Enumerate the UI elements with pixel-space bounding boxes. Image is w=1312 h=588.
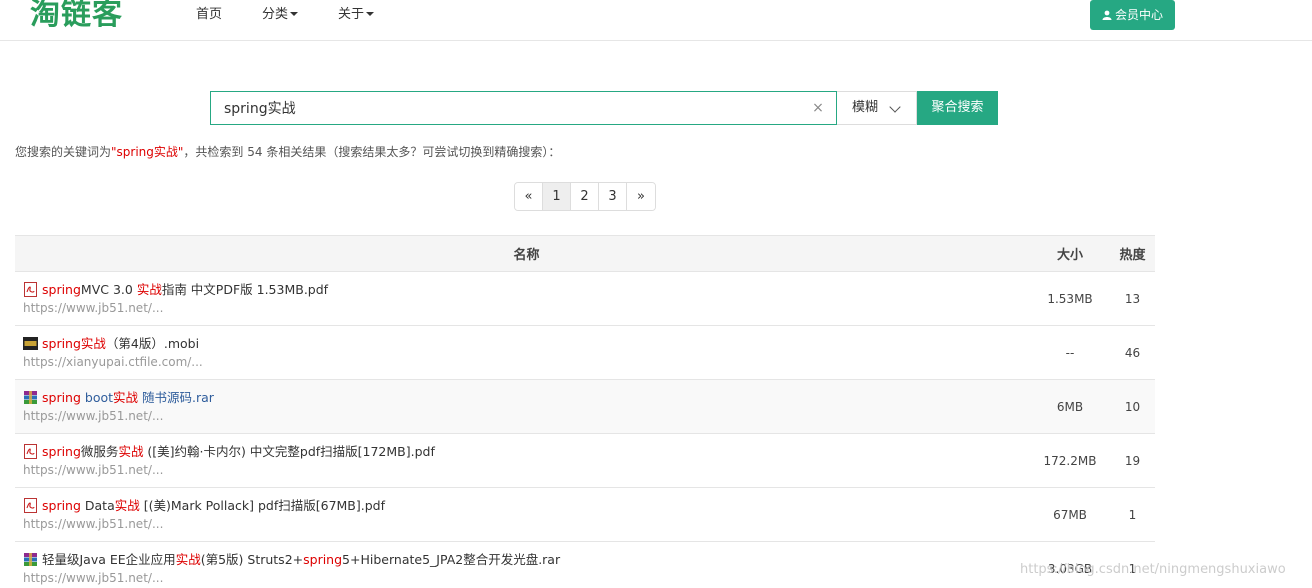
clear-icon[interactable]: × — [811, 101, 825, 115]
chevron-down-icon — [889, 101, 901, 113]
file-title-part: Data — [80, 497, 115, 513]
member-center-button[interactable]: 会员中心 — [1090, 0, 1175, 30]
file-title-part: 实战 — [136, 281, 162, 297]
file-size: 172.2MB — [1030, 433, 1110, 488]
file-title-part: spring — [42, 443, 81, 459]
pagination-page-2[interactable]: 2 — [571, 183, 599, 210]
nav-home[interactable]: 首页 — [196, 0, 222, 30]
nav-about-label: 关于 — [338, 7, 365, 22]
file-hot: 13 — [1110, 271, 1155, 326]
member-center-label: 会员中心 — [1114, 8, 1163, 22]
file-title-part: 实战 — [114, 497, 140, 513]
table-row[interactable]: spring Data实战 [(美)Mark Pollack] pdf扫描版[6… — [15, 487, 1155, 542]
file-title-link[interactable]: spring实战（第4版）.mobi — [23, 336, 1030, 352]
file-title-part: [(美)Mark Pollack] pdf扫描版[67MB].pdf — [139, 497, 386, 513]
rar-icon — [23, 390, 38, 405]
header-hot: 热度 — [1110, 235, 1155, 272]
caret-down-icon — [366, 12, 375, 16]
table-row[interactable]: spring boot实战 随书源码.rar https://www.jb51.n… — [15, 379, 1155, 434]
pagination: « 1 2 3 » — [514, 182, 656, 211]
file-hot: 1 — [1110, 487, 1155, 542]
pdf-icon — [23, 281, 38, 297]
file-title-part: 随书源码.rar — [138, 389, 214, 405]
file-cell: spring实战（第4版）.mobi https://xianyupai.ctfi… — [15, 325, 1030, 380]
search-input[interactable] — [211, 92, 801, 124]
file-title-link[interactable]: spring微服务实战 ([美]约翰·卡内尔) 中文完整pdf扫描版[172MB… — [23, 443, 1030, 460]
pdf-icon — [23, 443, 38, 459]
file-title-part: 实战 — [113, 389, 139, 405]
summary-suffix: ，共检索到 54 条相关结果（搜索结果太多？可尝试切换到精确搜索）： — [183, 145, 561, 159]
pdf-icon — [23, 497, 38, 513]
summary-keyword: "spring实战" — [111, 145, 184, 159]
file-title-link[interactable]: 轻量级Java EE企业应用实战(第5版) Struts2+spring5+Hi… — [23, 552, 1030, 568]
file-source-url[interactable]: https://www.jb51.net/... — [23, 408, 1030, 424]
nav-category-label: 分类 — [262, 7, 289, 22]
table-row[interactable]: spring实战（第4版）.mobi https://xianyupai.ctfi… — [15, 325, 1155, 380]
file-source-url[interactable]: https://www.jb51.net/... — [23, 462, 1030, 478]
file-source-url[interactable]: https://xianyupai.ctfile.com/... — [23, 354, 1030, 370]
file-title-part: spring — [42, 497, 81, 513]
aggregate-search-button[interactable]: 聚合搜索 — [917, 91, 998, 125]
file-title-part: (第5版) Struts2+ — [200, 551, 304, 567]
top-navbar: 淘链客 首页 分类 关于 会员中心 — [0, 0, 1312, 41]
table-row[interactable]: 轻量级Java EE企业应用实战(第5版) Struts2+spring5+Hi… — [15, 541, 1155, 588]
file-cell: spring boot实战 随书源码.rar https://www.jb51.n… — [15, 379, 1030, 434]
table-row[interactable]: spring微服务实战 ([美]约翰·卡内尔) 中文完整pdf扫描版[172MB… — [15, 433, 1155, 488]
summary-prefix: 您搜索的关键词为 — [15, 145, 112, 159]
user-icon — [1102, 10, 1112, 20]
pagination-prev[interactable]: « — [515, 183, 543, 210]
file-cell: 轻量级Java EE企业应用实战(第5版) Struts2+spring5+Hi… — [15, 541, 1030, 588]
file-title-part: ([美]约翰·卡内尔) 中文完整pdf扫描版[172MB].pdf — [143, 443, 435, 459]
file-source-url[interactable]: https://www.jb51.net/... — [23, 570, 1030, 586]
result-summary: 您搜索的关键词为"spring实战"，共检索到 54 条相关结果（搜索结果太多？… — [15, 145, 560, 159]
file-hot: 10 — [1110, 379, 1155, 434]
file-title-part: 轻量级Java EE企业应用 — [42, 551, 176, 567]
file-title-part: spring — [42, 389, 81, 405]
header-name: 名称 — [15, 235, 1030, 272]
file-title-part: boot — [80, 389, 114, 405]
watermark: https://blog.csdn.net/ningmengshuxiawo — [1020, 562, 1286, 577]
pagination-page-1[interactable]: 1 — [543, 183, 571, 210]
file-size: 67MB — [1030, 487, 1110, 542]
mobi-icon — [23, 336, 38, 351]
file-title-link[interactable]: spring Data实战 [(美)Mark Pollack] pdf扫描版[6… — [23, 497, 1030, 514]
search-mode-select[interactable]: 模糊 — [837, 91, 917, 125]
file-title-link[interactable]: springMVC 3.0 实战指南 中文PDF版 1.53MB.pdf — [23, 281, 1030, 298]
file-source-url[interactable]: https://www.jb51.net/... — [23, 516, 1030, 532]
file-title-part: 微服务 — [80, 443, 119, 459]
pagination-page-3[interactable]: 3 — [599, 183, 627, 210]
file-hot: 19 — [1110, 433, 1155, 488]
file-title-link[interactable]: spring boot实战 随书源码.rar — [23, 390, 1030, 406]
nav-category[interactable]: 分类 — [262, 0, 299, 30]
file-cell: spring Data实战 [(美)Mark Pollack] pdf扫描版[6… — [15, 487, 1030, 542]
file-hot: 46 — [1110, 325, 1155, 380]
file-title-part: 实战 — [118, 443, 144, 459]
file-size: 6MB — [1030, 379, 1110, 434]
file-source-url[interactable]: https://www.jb51.net/... — [23, 300, 1030, 316]
file-title-part: 5+Hibernate5_JPA2整合开发光盘.rar — [342, 551, 561, 567]
file-cell: spring微服务实战 ([美]约翰·卡内尔) 中文完整pdf扫描版[172MB… — [15, 433, 1030, 488]
caret-down-icon — [290, 12, 299, 16]
header-size: 大小 — [1030, 235, 1110, 272]
file-cell: springMVC 3.0 实战指南 中文PDF版 1.53MB.pdf http… — [15, 271, 1030, 326]
search-mode-label: 模糊 — [852, 100, 879, 115]
results-table: 名称 大小 热度 springMVC 3.0 实战指南 中文PDF版 1.53M… — [15, 235, 1155, 588]
file-title-part: （第4版）.mobi — [105, 335, 200, 351]
search-box: × — [210, 91, 837, 125]
pagination-next[interactable]: » — [627, 183, 655, 210]
rar-icon — [23, 552, 38, 567]
site-logo[interactable]: 淘链客 — [30, 0, 123, 33]
nav-about[interactable]: 关于 — [338, 0, 375, 30]
file-title-part: MVC 3.0 — [80, 281, 137, 297]
file-size: 1.53MB — [1030, 271, 1110, 326]
table-row[interactable]: springMVC 3.0 实战指南 中文PDF版 1.53MB.pdf http… — [15, 271, 1155, 326]
file-title-part: spring — [303, 551, 343, 567]
file-title-part: spring实战 — [42, 335, 106, 351]
file-title-part: 指南 中文PDF版 1.53MB.pdf — [161, 281, 329, 297]
file-title-part: 实战 — [175, 551, 201, 567]
file-size: -- — [1030, 325, 1110, 380]
table-header-row: 名称 大小 热度 — [15, 235, 1155, 272]
file-title-part: spring — [42, 281, 81, 297]
